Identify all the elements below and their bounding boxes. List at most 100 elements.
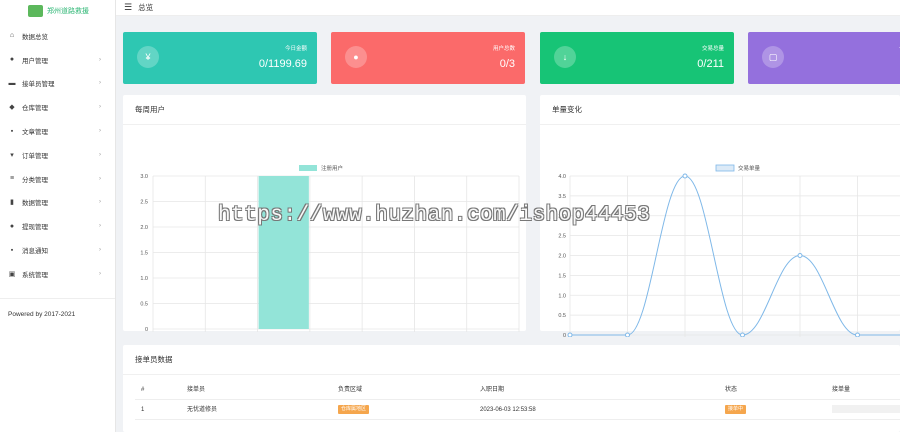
sidebar-item-10[interactable]: ▣ 系统管理 ›	[0, 262, 115, 286]
sidebar-item-label: 数据总览	[22, 33, 48, 41]
yen-icon: ¥	[137, 46, 159, 68]
menu-icon[interactable]: ☰	[124, 2, 132, 13]
logo-badge	[28, 5, 43, 17]
chevron-right-icon: ›	[99, 56, 101, 63]
y-tick-label: 0.5	[140, 302, 148, 308]
header-region: 负责区域	[338, 387, 363, 393]
sidebar-item-5[interactable]: ▾ 订单管理 ›	[0, 143, 115, 167]
y-tick-label: 0	[145, 327, 148, 333]
sidebar-item-label: 提现管理	[22, 224, 48, 232]
y-tick-label: 2.5	[140, 200, 148, 206]
chevron-right-icon: ›	[99, 151, 101, 158]
article-icon: ▪	[10, 127, 14, 135]
chevron-right-icon: ›	[99, 247, 101, 254]
data-point	[625, 332, 630, 338]
operators-panel: 接单员数据 # 接单员 负责区域 入职日期 状态 接单量 1 无忧道修员 仓库属…	[123, 345, 900, 432]
stat-card-value: 0/211	[697, 58, 724, 70]
sidebar-item-label: 消息通知	[22, 248, 48, 256]
y-tick-label: 2.0	[558, 254, 566, 260]
row-region-cell: 仓库属地区	[338, 400, 370, 420]
sidebar: 郑州道路救援 ⌂ 数据总览 ● 用户管理 › ▬ 接单员管理 › ◆ 仓库管理 › ▪ 文章管理 › ▾ 订单…	[0, 0, 116, 432]
sidebar-item-label: 分类管理	[22, 176, 48, 184]
powered-by: Powered by 2017-2021	[8, 310, 76, 318]
header-hire-date: 入职日期	[480, 387, 505, 393]
row-operator-name: 无忧道修员	[187, 407, 218, 413]
stat-card-label: 交易总量	[701, 46, 724, 52]
sidebar-item-label: 仓库管理	[22, 105, 48, 113]
home-icon: ⌂	[9, 32, 15, 40]
y-tick-label: 2.5	[558, 234, 566, 240]
row-order-count-cell	[832, 400, 900, 420]
app-name: 郑州道路救援	[47, 8, 89, 15]
sidebar-item-1[interactable]: ● 用户管理 ›	[0, 48, 115, 72]
database-icon: ▮	[10, 199, 14, 207]
y-tick-label: 1.5	[558, 273, 566, 279]
chat-icon: ▢	[762, 46, 784, 68]
data-point	[682, 173, 688, 179]
header-operator: 接单员	[187, 387, 206, 393]
y-tick-label: 1.0	[558, 293, 566, 299]
operators-title: 接单员数据	[123, 345, 900, 375]
weekly-users-title: 每周用户	[123, 95, 526, 125]
y-tick-label: 0.5	[558, 313, 566, 319]
breadcrumb: 总览	[138, 3, 154, 12]
sidebar-item-6[interactable]: ≡ 分类管理 ›	[0, 167, 115, 191]
chevron-right-icon: ›	[99, 104, 101, 111]
sidebar-item-8[interactable]: ● 提现管理 ›	[0, 214, 115, 238]
row-hire-date: 2023-06-03 12:53:58	[480, 407, 536, 413]
data-point	[855, 332, 860, 338]
stat-card-1[interactable]: ● 用户总数 0/3	[331, 32, 525, 84]
data-point	[567, 332, 573, 338]
sidebar-item-0[interactable]: ⌂ 数据总览	[0, 24, 115, 48]
y-tick-label: 1.5	[140, 251, 148, 257]
weekly-users-chart: 00.51.01.52.02.53.02023-06-052023-06-042…	[140, 164, 520, 343]
header-order-count: 接单量	[832, 387, 851, 393]
legend-swatch	[299, 165, 317, 171]
chevron-right-icon: ›	[99, 223, 101, 230]
row-status-cell: 接单中	[725, 400, 747, 420]
y-tick-label: 4.0	[558, 174, 566, 180]
chevron-right-icon: ›	[99, 80, 101, 87]
stat-card-label: 用户总数	[492, 46, 515, 52]
y-tick-label: 1.0	[140, 276, 148, 282]
legend-label: 注册用户	[321, 164, 343, 172]
cart-icon: ▾	[10, 151, 14, 159]
stat-card-0[interactable]: ¥ 今日金额 0/1199.69	[123, 32, 317, 84]
order-count-bar	[832, 405, 900, 414]
sidebar-item-7[interactable]: ▮ 数据管理 ›	[0, 191, 115, 215]
header-index: #	[141, 387, 145, 393]
y-tick-label: 2.0	[140, 225, 148, 231]
car-icon: ▬	[8, 79, 16, 87]
region-tag: 仓库属地区	[338, 404, 370, 414]
logo[interactable]: 郑州道路救援	[0, 0, 115, 22]
sidebar-item-3[interactable]: ◆ 仓库管理 ›	[0, 95, 115, 119]
operators-table: # 接单员 负责区域 入职日期 状态 接单量 1 无忧道修员 仓库属地区 202…	[135, 380, 900, 420]
message-icon: ▪	[10, 246, 14, 254]
chevron-right-icon: ›	[99, 175, 101, 182]
y-tick-label: 3.5	[558, 194, 566, 200]
sidebar-item-label: 接单员管理	[22, 81, 55, 89]
row-index: 1	[141, 407, 145, 413]
table-row[interactable]: 1 无忧道修员 仓库属地区 2023-06-03 12:53:58 接单中	[135, 400, 900, 420]
chevron-right-icon: ›	[99, 128, 101, 135]
status-badge: 接单中	[725, 404, 747, 414]
stat-card-2[interactable]: ↓ 交易总量 0/211	[540, 32, 734, 84]
chevron-right-icon: ›	[99, 270, 101, 277]
sidebar-item-4[interactable]: ▪ 文章管理 ›	[0, 119, 115, 143]
sidebar-item-label: 文章管理	[22, 129, 48, 137]
header-status: 状态	[725, 387, 738, 393]
sidebar-item-9[interactable]: ▪ 消息通知 ›	[0, 238, 115, 262]
y-tick-label: 3.0	[140, 174, 148, 180]
order-changes-chart: 00.51.01.52.02.53.03.54.02023-06-052023-…	[556, 164, 900, 349]
order-changes-panel: 单量变化 00.51.01.52.02.53.03.54.02023-06-05…	[540, 95, 900, 349]
data-point	[797, 253, 803, 258]
legend-label: 交易单量	[738, 164, 761, 172]
data-point	[740, 332, 745, 338]
y-tick-label: 3.0	[558, 214, 566, 220]
table-header-row: # 接单员 负责区域 入职日期 状态 接单量	[135, 380, 900, 400]
topbar: ☰ 总览	[116, 0, 900, 16]
legend-swatch	[715, 164, 735, 172]
stat-card-3[interactable]: ▢一周数据（周3	[748, 32, 900, 84]
stat-card-value: 0/1199.69	[258, 58, 307, 70]
sidebar-item-2[interactable]: ▬ 接单员管理 ›	[0, 72, 115, 96]
